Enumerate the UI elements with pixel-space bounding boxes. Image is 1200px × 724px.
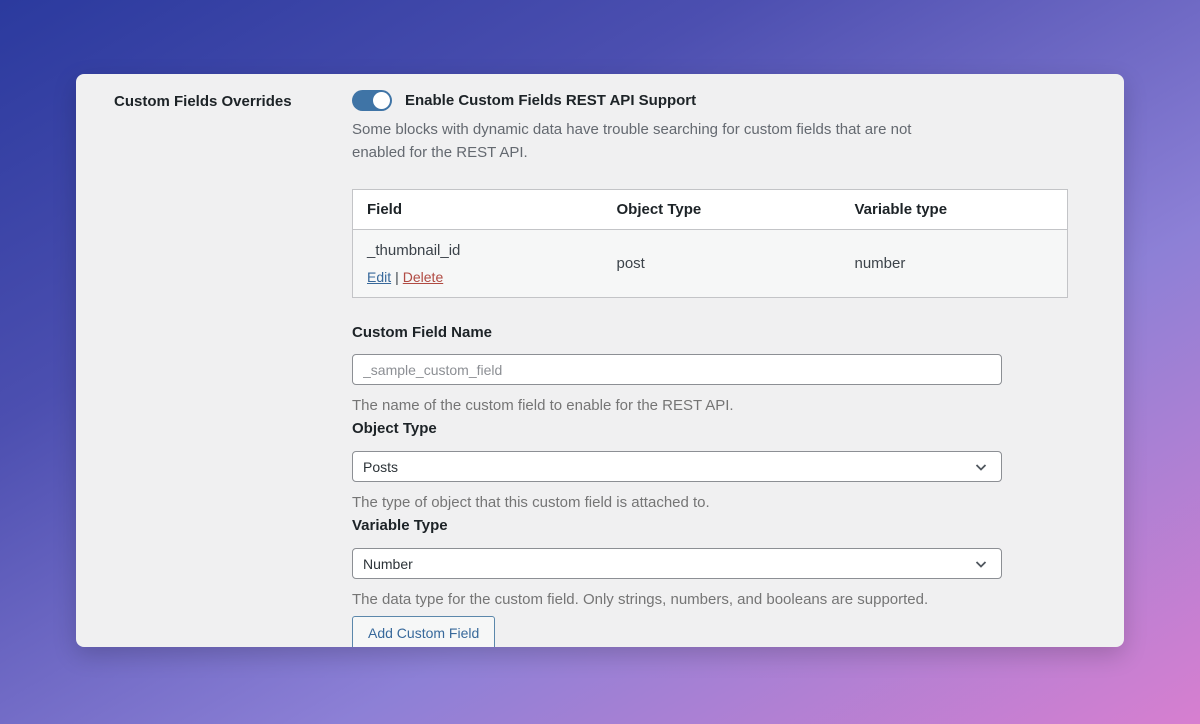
- section-description: Some blocks with dynamic data have troub…: [352, 121, 912, 161]
- column-header-object-type: Object Type: [602, 189, 841, 230]
- object-type-help: The type of object that this custom fiel…: [352, 494, 710, 511]
- custom-fields-table: Field Object Type Variable type _thumbna…: [352, 189, 1068, 298]
- variable-type-select[interactable]: Number: [352, 548, 1002, 579]
- delete-link[interactable]: Delete: [403, 269, 443, 285]
- object-type-selected-value: Posts: [363, 458, 399, 475]
- action-separator: |: [395, 269, 399, 285]
- chevron-down-icon: [973, 459, 989, 475]
- table-header-row: Field Object Type Variable type: [352, 189, 1068, 230]
- row-actions: Edit | Delete: [367, 269, 589, 285]
- custom-field-name-input[interactable]: [352, 354, 1002, 385]
- section-label: Custom Fields Overrides: [114, 93, 292, 110]
- rest-api-toggle[interactable]: [352, 90, 392, 111]
- variable-type-cell: number: [840, 229, 1068, 298]
- toggle-knob: [373, 92, 390, 109]
- column-header-variable-type: Variable type: [840, 189, 1068, 230]
- add-custom-field-button[interactable]: Add Custom Field: [352, 616, 496, 647]
- object-type-cell: post: [602, 229, 841, 298]
- variable-type-label: Variable Type: [352, 517, 448, 534]
- toggle-label[interactable]: Enable Custom Fields REST API Support: [405, 92, 696, 109]
- custom-field-name-help: The name of the custom field to enable f…: [352, 397, 734, 414]
- field-cell: _thumbnail_id Edit | Delete: [352, 229, 603, 298]
- chevron-down-icon: [973, 556, 989, 572]
- rest-api-toggle-row: Enable Custom Fields REST API Support: [352, 90, 1068, 111]
- variable-type-help: The data type for the custom field. Only…: [352, 591, 929, 608]
- edit-link[interactable]: Edit: [367, 269, 391, 285]
- settings-card: Custom Fields Overrides Enable Custom Fi…: [76, 74, 1124, 647]
- custom-field-name-label: Custom Field Name: [352, 324, 493, 341]
- section-content-column: Enable Custom Fields REST API Support So…: [352, 90, 1068, 647]
- section-label-column: Custom Fields Overrides: [114, 90, 352, 647]
- variable-type-selected-value: Number: [363, 555, 413, 572]
- object-type-select[interactable]: Posts: [352, 451, 1002, 482]
- column-header-field: Field: [352, 189, 603, 230]
- object-type-label: Object Type: [352, 420, 437, 437]
- field-name: _thumbnail_id: [367, 242, 461, 259]
- table-row: _thumbnail_id Edit | Delete post number: [352, 229, 1068, 298]
